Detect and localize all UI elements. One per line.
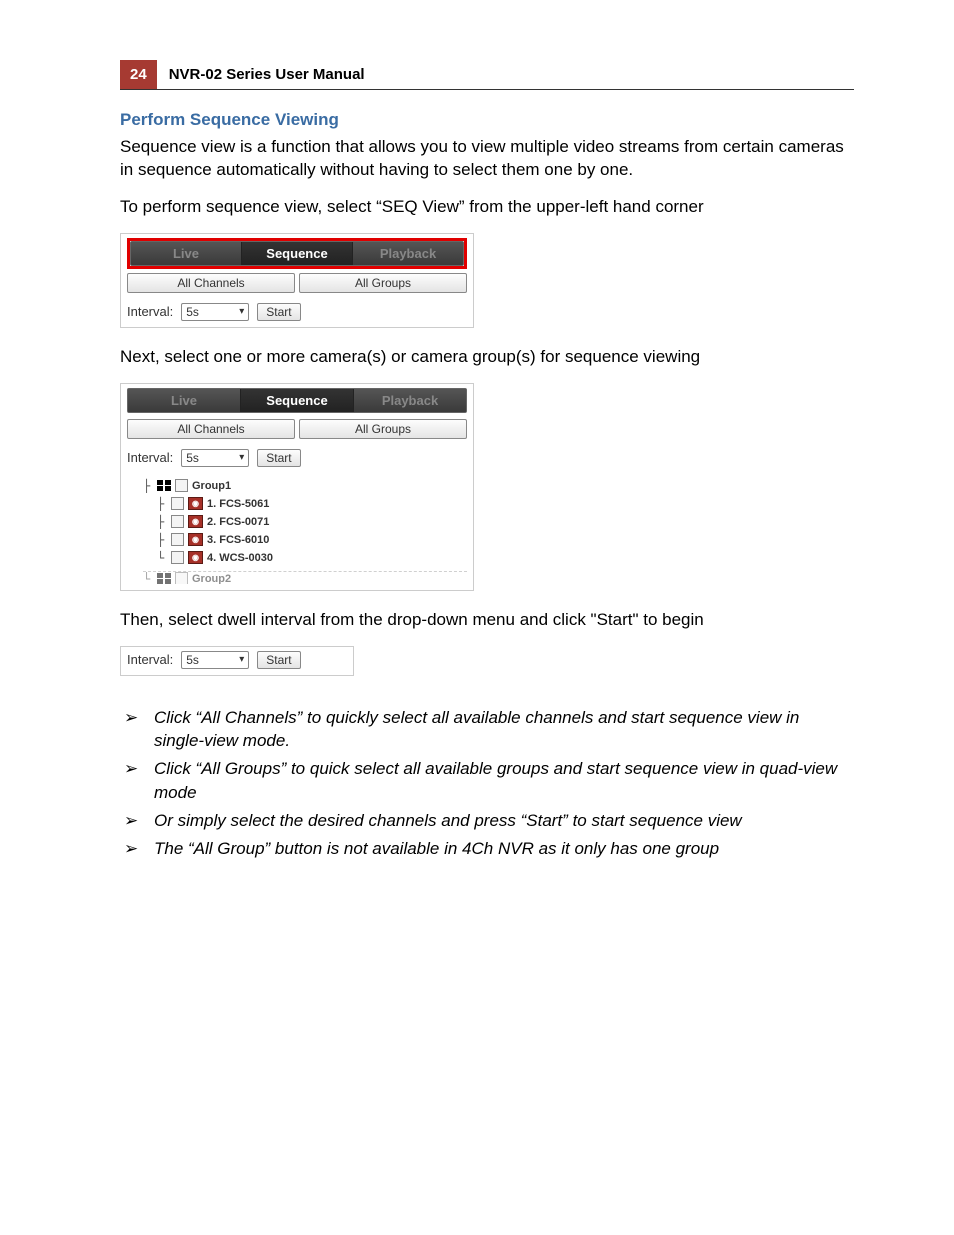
interval-select[interactable]: 5s ▾ bbox=[181, 449, 249, 467]
note-item: ➢Click “All Channels” to quickly select … bbox=[124, 706, 854, 754]
page-number: 24 bbox=[120, 60, 157, 89]
interval-select[interactable]: 5s ▾ bbox=[181, 651, 249, 669]
tab-live[interactable]: Live bbox=[131, 242, 242, 265]
all-groups-button[interactable]: All Groups bbox=[299, 273, 467, 293]
checkbox[interactable] bbox=[171, 515, 184, 528]
figure-interval-only: Interval: 5s ▾ Start bbox=[120, 646, 354, 676]
tree-item[interactable]: ├ ◉ 1. FCS-5061 bbox=[157, 495, 467, 513]
step1-text: To perform sequence view, select “SEQ Vi… bbox=[120, 196, 854, 219]
tree-group-partial: └ Group2 bbox=[143, 571, 467, 584]
tab-sequence[interactable]: Sequence bbox=[241, 389, 354, 412]
tab-playback[interactable]: Playback bbox=[354, 389, 466, 412]
start-button[interactable]: Start bbox=[257, 303, 300, 321]
interval-value: 5s bbox=[186, 305, 199, 319]
start-button[interactable]: Start bbox=[257, 651, 300, 669]
tab-row: Live Sequence Playback bbox=[127, 388, 467, 413]
figure-seq-view-tabs: Live Sequence Playback All Channels All … bbox=[120, 233, 474, 328]
all-channels-button[interactable]: All Channels bbox=[127, 419, 295, 439]
page-header: 24 NVR-02 Series User Manual bbox=[120, 60, 854, 90]
bullet-arrow-icon: ➢ bbox=[124, 837, 154, 861]
figure-camera-tree: Live Sequence Playback All Channels All … bbox=[120, 383, 474, 591]
note-item: ➢Or simply select the desired channels a… bbox=[124, 809, 854, 833]
tree-item-label: 1. FCS-5061 bbox=[207, 496, 269, 513]
document-title: NVR-02 Series User Manual bbox=[157, 60, 365, 89]
tab-row: Live Sequence Playback bbox=[130, 241, 464, 266]
note-item: ➢Click “All Groups” to quick select all … bbox=[124, 757, 854, 805]
bullet-arrow-icon: ➢ bbox=[124, 706, 154, 754]
chevron-down-icon: ▾ bbox=[239, 306, 244, 317]
camera-tree: ├ Group1 ├ ◉ 1. FCS-5061 ├ ◉ 2. FCS-0071… bbox=[127, 477, 467, 584]
tree-item-label: 4. WCS-0030 bbox=[207, 550, 273, 567]
camera-icon: ◉ bbox=[188, 533, 203, 546]
tree-group-label: Group1 bbox=[192, 478, 231, 495]
tab-playback[interactable]: Playback bbox=[353, 242, 463, 265]
bullet-arrow-icon: ➢ bbox=[124, 809, 154, 833]
all-groups-button[interactable]: All Groups bbox=[299, 419, 467, 439]
tree-item[interactable]: ├ ◉ 3. FCS-6010 bbox=[157, 531, 467, 549]
section-title: Perform Sequence Viewing bbox=[120, 110, 854, 130]
camera-icon: ◉ bbox=[188, 551, 203, 564]
checkbox[interactable] bbox=[175, 479, 188, 492]
step3-text: Then, select dwell interval from the dro… bbox=[120, 609, 854, 632]
camera-icon: ◉ bbox=[188, 515, 203, 528]
checkbox[interactable] bbox=[175, 572, 188, 584]
grid-icon bbox=[157, 480, 171, 491]
sequence-tab-highlight: Live Sequence Playback bbox=[127, 238, 467, 269]
tree-item-label: 3. FCS-6010 bbox=[207, 532, 269, 549]
start-button[interactable]: Start bbox=[257, 449, 300, 467]
all-channels-button[interactable]: All Channels bbox=[127, 273, 295, 293]
tree-item[interactable]: └ ◉ 4. WCS-0030 bbox=[157, 549, 467, 567]
tab-sequence[interactable]: Sequence bbox=[242, 242, 353, 265]
interval-value: 5s bbox=[186, 451, 199, 465]
checkbox[interactable] bbox=[171, 551, 184, 564]
tab-live[interactable]: Live bbox=[128, 389, 241, 412]
tree-item-label: 2. FCS-0071 bbox=[207, 514, 269, 531]
interval-select[interactable]: 5s ▾ bbox=[181, 303, 249, 321]
interval-label: Interval: bbox=[127, 652, 173, 667]
interval-value: 5s bbox=[186, 653, 199, 667]
grid-icon bbox=[157, 573, 171, 584]
chevron-down-icon: ▾ bbox=[239, 452, 244, 463]
notes-list: ➢Click “All Channels” to quickly select … bbox=[120, 706, 854, 861]
note-item: ➢The “All Group” button is not available… bbox=[124, 837, 854, 861]
tree-group[interactable]: ├ Group1 bbox=[143, 477, 467, 495]
intro-paragraph: Sequence view is a function that allows … bbox=[120, 136, 854, 182]
bullet-arrow-icon: ➢ bbox=[124, 757, 154, 805]
checkbox[interactable] bbox=[171, 497, 184, 510]
step2-text: Next, select one or more camera(s) or ca… bbox=[120, 346, 854, 369]
tree-item[interactable]: ├ ◉ 2. FCS-0071 bbox=[157, 513, 467, 531]
checkbox[interactable] bbox=[171, 533, 184, 546]
interval-label: Interval: bbox=[127, 304, 173, 319]
camera-icon: ◉ bbox=[188, 497, 203, 510]
chevron-down-icon: ▾ bbox=[239, 654, 244, 665]
interval-label: Interval: bbox=[127, 450, 173, 465]
